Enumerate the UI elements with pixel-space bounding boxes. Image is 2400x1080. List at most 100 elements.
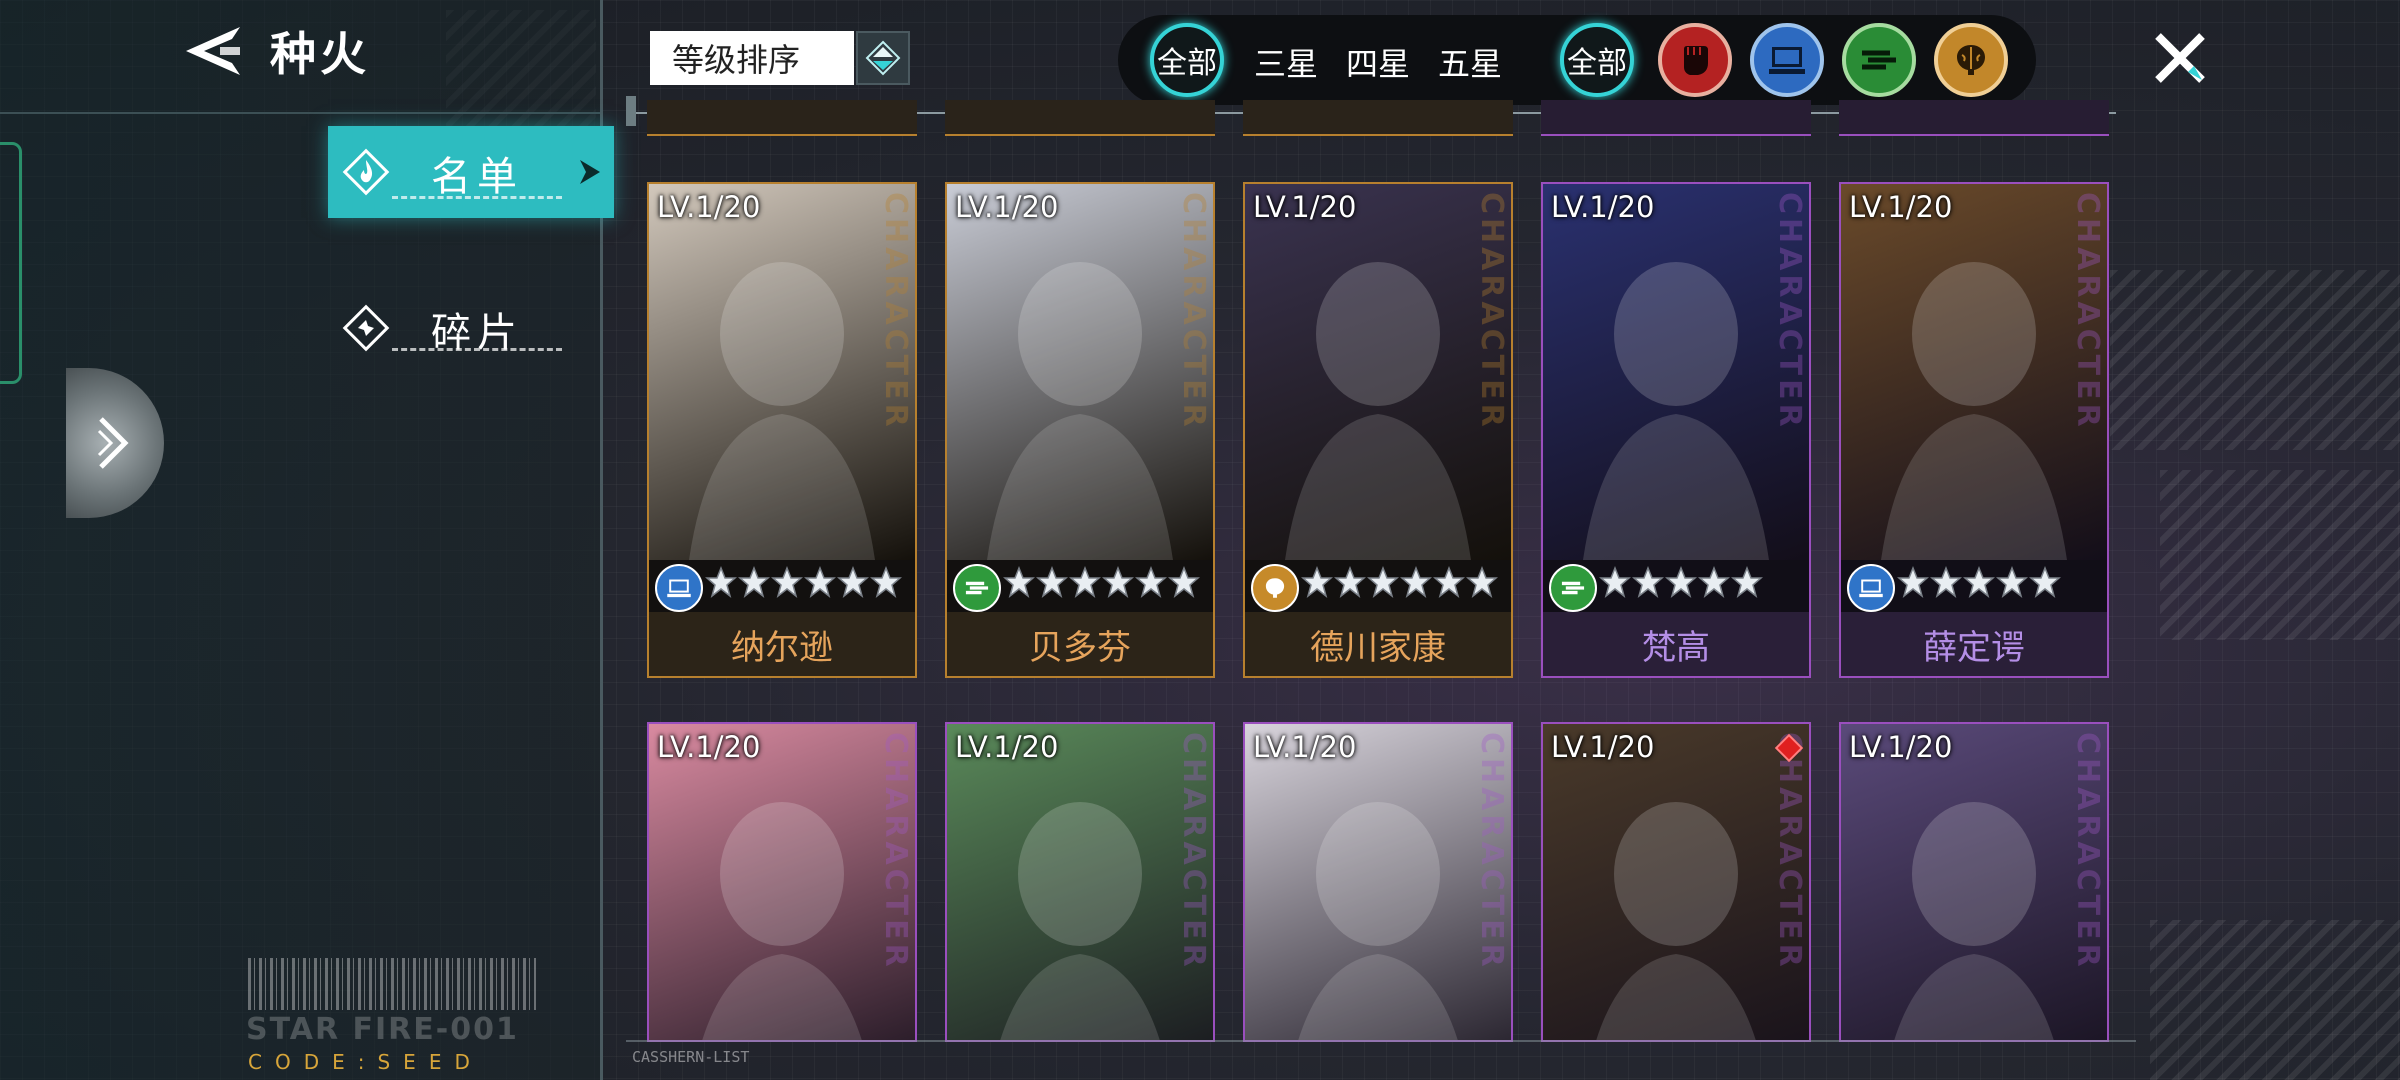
star-icon [1367, 565, 1399, 602]
computer-icon [1847, 564, 1895, 612]
tab-underline [392, 348, 562, 351]
star-icon [1466, 565, 1498, 602]
page-title: 种火 [270, 27, 370, 81]
chevron-right-icon [97, 417, 129, 469]
card-level: LV.1/20 [657, 730, 761, 764]
character-card[interactable]: CHARACTER LV.1/20 德川家康 [1243, 182, 1513, 678]
decor-stripes [2150, 920, 2400, 1080]
card-level: LV.1/20 [1253, 730, 1357, 764]
speed-lines-icon [1549, 564, 1597, 612]
card-side-label: CHARACTER [2070, 192, 2105, 431]
star-icon [2029, 565, 2061, 602]
character-card[interactable]: CHARACTER LV.1/20 [1541, 722, 1811, 1042]
character-name: 薛定谔 [1923, 628, 2025, 668]
card-level: LV.1/20 [955, 190, 1059, 224]
decor-stripes [2160, 470, 2400, 640]
divider [626, 1040, 2136, 1042]
character-portrait [1841, 724, 2107, 1040]
character-card[interactable]: CHARACTER LV.1/20 梵高 [1541, 182, 1811, 678]
brain-icon [1251, 564, 1299, 612]
expand-panel-button[interactable] [66, 368, 164, 518]
character-card[interactable]: CHARACTER LV.1/20 纳尔逊 [647, 182, 917, 678]
character-card[interactable]: CHARACTER LV.1/20 贝多芬 [945, 182, 1215, 678]
code-subtitle: CODE:SEED [248, 1050, 483, 1074]
star-rating [1897, 565, 2061, 602]
barcode-decor [248, 958, 536, 1010]
character-name: 德川家康 [1310, 628, 1446, 668]
card-side-label: CHARACTER [1474, 192, 1509, 431]
star-icon [870, 565, 902, 602]
character-card[interactable]: CHARACTER LV.1/20 [1839, 722, 2109, 1042]
star-icon [705, 565, 737, 602]
star-rating [705, 565, 902, 602]
close-button[interactable] [2150, 28, 2210, 88]
star-icon [1665, 565, 1697, 602]
star-rating [1599, 565, 1763, 602]
star-icon [1698, 565, 1730, 602]
filter-class-brain[interactable] [1934, 23, 2008, 97]
card-level: LV.1/20 [1849, 730, 1953, 764]
character-card[interactable]: CHARACTER LV.1/20 [647, 722, 917, 1042]
character-name: 梵高 [1642, 628, 1710, 668]
star-icon [1168, 565, 1200, 602]
header: 种火 [180, 18, 370, 84]
filter-rarity-all[interactable]: 全部 [1150, 23, 1224, 97]
card-peek [1839, 100, 2109, 136]
card-peek [1541, 100, 1811, 136]
star-icon [804, 565, 836, 602]
star-icon [1069, 565, 1101, 602]
tab-underline [392, 196, 562, 199]
card-side-label: CHARACTER [1474, 732, 1509, 971]
star-icon [1003, 565, 1035, 602]
card-info: 梵高 [1543, 560, 1809, 676]
tab-shards[interactable]: 碎片 [328, 282, 614, 374]
star-rating [1301, 565, 1498, 602]
sort-toggle-button[interactable] [856, 31, 910, 85]
filter-class-speed[interactable] [1842, 23, 1916, 97]
shard-diamond-icon [342, 304, 390, 352]
card-level: LV.1/20 [1551, 730, 1655, 764]
back-arrow-icon[interactable] [180, 19, 244, 83]
left-panel: 种火 名单 碎片 STAR FIRE-001 CODE:SEED [0, 0, 614, 1080]
star-icon [1135, 565, 1167, 602]
star-icon [1102, 565, 1134, 602]
card-side-label: CHARACTER [1176, 192, 1211, 431]
filter-class-computer[interactable] [1750, 23, 1824, 97]
card-info-bar [1543, 560, 1809, 612]
filter-rarity-5[interactable]: 五星 [1438, 39, 1502, 85]
star-icon [1433, 565, 1465, 602]
card-info: 纳尔逊 [649, 560, 915, 676]
character-portrait [1245, 184, 1511, 560]
star-icon [1897, 565, 1929, 602]
star-icon [1301, 565, 1333, 602]
character-name: 贝多芬 [1029, 628, 1131, 668]
edge-tab [0, 142, 22, 384]
card-level: LV.1/20 [1253, 190, 1357, 224]
card-info-bar [1245, 560, 1511, 612]
card-info-bar [649, 560, 915, 612]
character-card[interactable]: CHARACTER LV.1/20 [945, 722, 1215, 1042]
character-portrait [947, 184, 1213, 560]
filter-class-fist[interactable] [1658, 23, 1732, 97]
card-side-label: CHARACTER [878, 732, 913, 971]
list-tag: CASSHERN-LIST [632, 1048, 750, 1066]
code-title: STAR FIRE-001 [246, 1012, 519, 1047]
fire-diamond-icon [342, 148, 390, 196]
tab-roster-label: 名单 [431, 154, 523, 200]
card-side-label: CHARACTER [1772, 192, 1807, 431]
character-portrait [947, 724, 1213, 1040]
character-portrait [1841, 184, 2107, 560]
card-info-bar [947, 560, 1213, 612]
tab-roster[interactable]: 名单 [328, 126, 614, 218]
card-side-label: CHARACTER [878, 192, 913, 431]
filter-rarity-3[interactable]: 三星 [1254, 39, 1318, 85]
character-card[interactable]: CHARACTER LV.1/20 薛定谔 [1839, 182, 2109, 678]
speed-lines-icon [1862, 50, 1896, 70]
character-card[interactable]: CHARACTER LV.1/20 [1243, 722, 1513, 1042]
star-icon [1334, 565, 1366, 602]
filter-class-all[interactable]: 全部 [1560, 23, 1634, 97]
sort-select[interactable]: 等级排序 [650, 31, 854, 85]
brain-icon [1957, 45, 1985, 75]
star-icon [1930, 565, 1962, 602]
filter-rarity-4[interactable]: 四星 [1346, 39, 1410, 85]
